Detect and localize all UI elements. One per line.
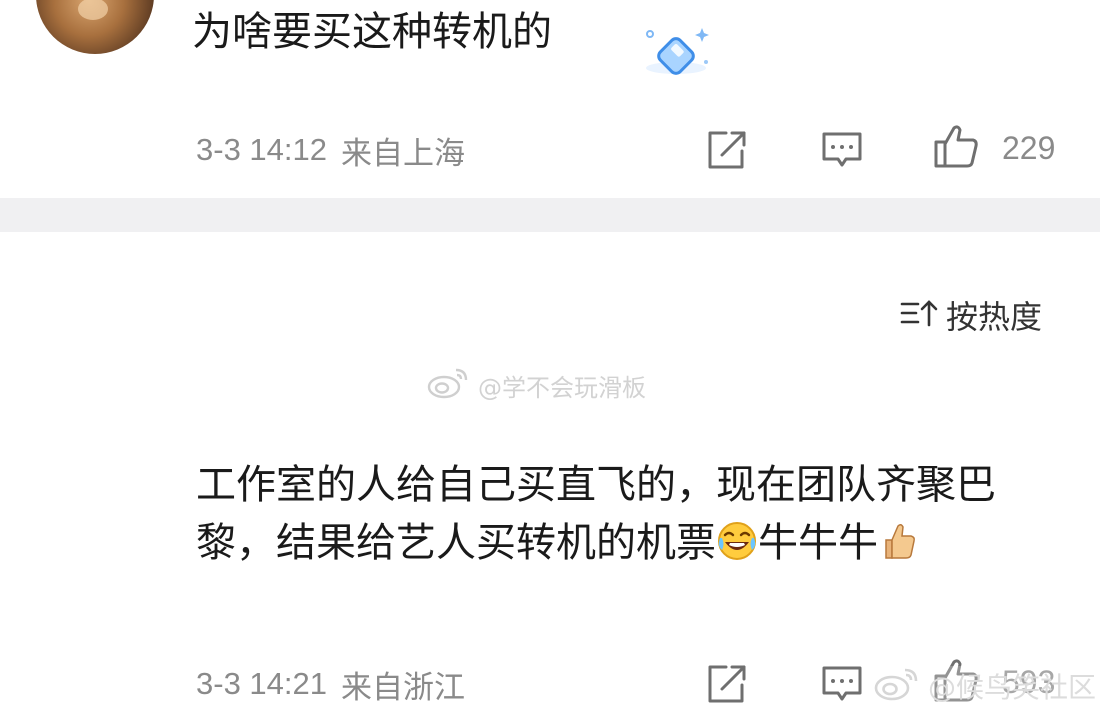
weibo-logo-icon — [426, 366, 474, 404]
sort-by-hot-button[interactable]: 按热度 — [900, 290, 1042, 340]
comment-location: 来自浙江 — [341, 669, 465, 706]
diamond-sticker-icon — [636, 20, 716, 84]
comment-text: 工作室的人给自己买直飞的，现在团队齐聚巴黎，结果给艺人买转机的机票 牛牛牛 — [196, 456, 1056, 578]
comment-time: 3-3 14:12 — [196, 132, 327, 167]
comment-icon[interactable] — [818, 662, 866, 706]
avatar[interactable] — [36, 0, 154, 54]
thumbs-up-emoji-icon — [878, 520, 918, 578]
comment-meta: 3-3 14:12 来自上海 — [196, 130, 465, 172]
share-icon[interactable] — [702, 128, 750, 172]
watermark-text: @学不会玩滑板 — [478, 373, 646, 402]
watermark-text: @候鸟笑社区 — [928, 671, 1097, 704]
comment-text-part: 牛牛牛 — [758, 520, 878, 566]
comment-time: 3-3 14:21 — [196, 666, 327, 701]
laughing-emoji-icon — [716, 520, 758, 578]
thumbs-up-icon[interactable] — [932, 124, 980, 168]
comment-text: 为啥要买这种转机的 — [192, 9, 552, 55]
weibo-logo-icon — [872, 666, 924, 706]
watermark: @候鸟笑社区 — [872, 666, 1097, 706]
comment-meta: 3-3 14:21 来自浙江 — [196, 664, 465, 706]
section-divider — [0, 198, 1100, 232]
like-count: 229 — [1002, 130, 1056, 166]
sort-icon — [900, 298, 938, 332]
share-icon[interactable] — [702, 662, 750, 706]
sort-label: 按热度 — [946, 298, 1043, 336]
comment-location: 来自上海 — [341, 135, 465, 172]
comment-icon[interactable] — [818, 128, 866, 172]
watermark: @学不会玩滑板 — [426, 366, 646, 404]
